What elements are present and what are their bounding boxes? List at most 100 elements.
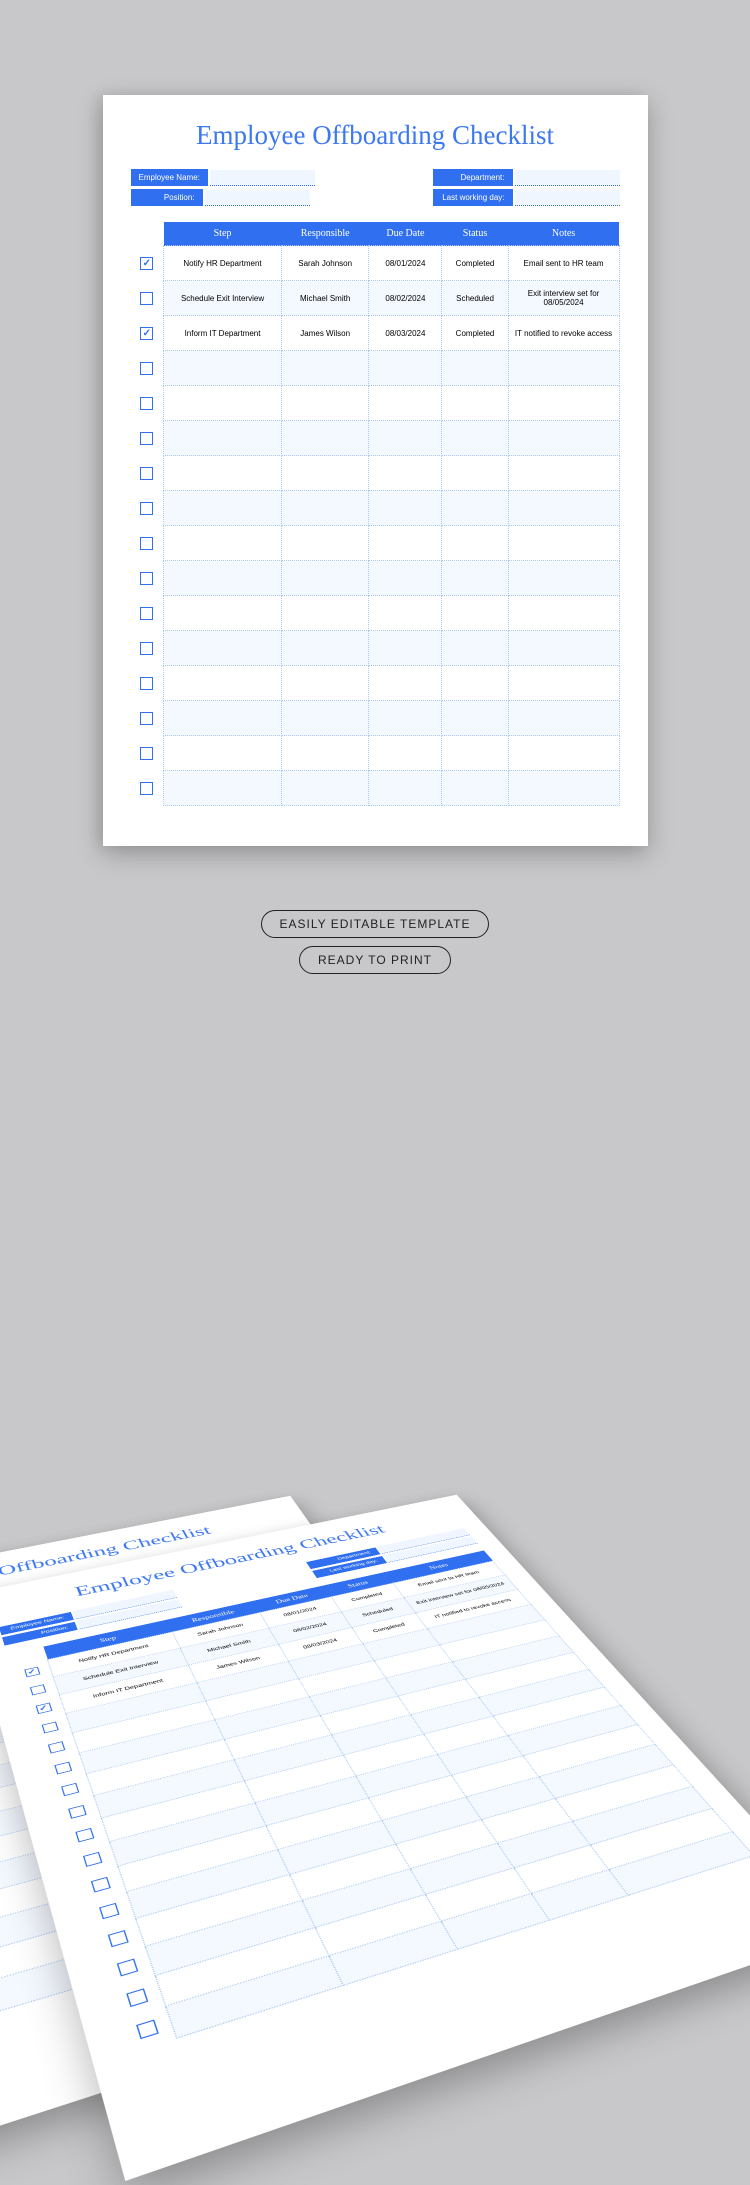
value-employee-name[interactable] <box>210 170 315 186</box>
cell-notes[interactable] <box>508 666 619 701</box>
checkbox-checked-icon[interactable] <box>140 257 153 270</box>
cell-step[interactable] <box>164 771 282 806</box>
cell-status[interactable] <box>442 421 508 456</box>
cell-step[interactable] <box>164 666 282 701</box>
checkbox-icon[interactable] <box>140 677 153 690</box>
cell-step[interactable]: Notify HR Department <box>164 246 282 281</box>
cell-due_date[interactable] <box>369 386 442 421</box>
checkbox-icon[interactable] <box>140 362 153 375</box>
cell-step[interactable] <box>164 491 282 526</box>
cell-status[interactable] <box>442 701 508 736</box>
checkbox-icon[interactable] <box>140 642 153 655</box>
cell-notes[interactable]: Exit interview set for 08/05/2024 <box>508 281 619 316</box>
cell-responsible[interactable] <box>282 491 369 526</box>
value-department[interactable] <box>515 170 620 186</box>
checkbox-icon[interactable] <box>140 572 153 585</box>
cell-step[interactable] <box>164 386 282 421</box>
cell-responsible[interactable] <box>282 526 369 561</box>
checkbox-icon[interactable] <box>140 467 153 480</box>
cell-due_date[interactable] <box>369 561 442 596</box>
cell-notes[interactable] <box>508 596 619 631</box>
checkbox-icon[interactable] <box>140 607 153 620</box>
cell-notes[interactable] <box>508 456 619 491</box>
cell-due_date[interactable] <box>369 351 442 386</box>
cell-notes[interactable] <box>508 631 619 666</box>
cell-step[interactable] <box>164 736 282 771</box>
cell-status[interactable] <box>442 386 508 421</box>
checkbox-icon[interactable] <box>140 397 153 410</box>
checkbox-icon[interactable] <box>140 747 153 760</box>
cell-due_date[interactable] <box>369 701 442 736</box>
cell-due_date[interactable]: 08/03/2024 <box>369 316 442 351</box>
cell-due_date[interactable]: 08/01/2024 <box>369 246 442 281</box>
checkbox-icon[interactable] <box>140 712 153 725</box>
cell-responsible[interactable] <box>282 421 369 456</box>
checkbox-icon[interactable] <box>140 502 153 515</box>
cell-notes[interactable] <box>508 526 619 561</box>
cell-responsible[interactable] <box>282 456 369 491</box>
checkbox-icon[interactable] <box>140 292 153 305</box>
cell-notes[interactable] <box>508 351 619 386</box>
cell-status[interactable]: Completed <box>442 316 508 351</box>
cell-step[interactable] <box>164 351 282 386</box>
cell-responsible[interactable] <box>282 736 369 771</box>
cell-responsible[interactable]: James Wilson <box>282 316 369 351</box>
cell-step[interactable] <box>164 596 282 631</box>
cell-due_date[interactable] <box>369 526 442 561</box>
cell-status[interactable] <box>442 771 508 806</box>
cell-due_date[interactable] <box>369 421 442 456</box>
cell-notes[interactable] <box>508 421 619 456</box>
cell-status[interactable] <box>442 631 508 666</box>
cell-status[interactable] <box>442 491 508 526</box>
cell-step[interactable] <box>164 631 282 666</box>
cell-responsible[interactable] <box>282 596 369 631</box>
cell-status[interactable] <box>442 351 508 386</box>
cell-responsible[interactable]: Michael Smith <box>282 281 369 316</box>
cell-step[interactable] <box>164 421 282 456</box>
cell-due_date[interactable] <box>369 736 442 771</box>
cell-step[interactable] <box>164 526 282 561</box>
cell-responsible[interactable] <box>282 631 369 666</box>
cell-step[interactable]: Inform IT Department <box>164 316 282 351</box>
cell-status[interactable]: Completed <box>442 246 508 281</box>
cell-step[interactable] <box>164 701 282 736</box>
cell-responsible[interactable] <box>282 386 369 421</box>
cell-step[interactable] <box>164 456 282 491</box>
cell-responsible[interactable] <box>282 701 369 736</box>
cell-due_date[interactable] <box>369 631 442 666</box>
cell-notes[interactable] <box>508 561 619 596</box>
checkbox-icon[interactable] <box>140 432 153 445</box>
cell-status[interactable] <box>442 736 508 771</box>
cell-responsible[interactable]: Sarah Johnson <box>282 246 369 281</box>
cell-status[interactable]: Scheduled <box>442 281 508 316</box>
value-last-working-day[interactable] <box>515 190 620 206</box>
cell-step[interactable] <box>164 561 282 596</box>
checkbox-icon[interactable] <box>140 782 153 795</box>
cell-notes[interactable] <box>508 736 619 771</box>
cell-notes[interactable] <box>508 771 619 806</box>
cell-due_date[interactable] <box>369 666 442 701</box>
checkbox-checked-icon[interactable] <box>140 327 153 340</box>
cell-status[interactable] <box>442 456 508 491</box>
cell-status[interactable] <box>442 561 508 596</box>
cell-responsible[interactable] <box>282 351 369 386</box>
cell-status[interactable] <box>442 526 508 561</box>
cell-responsible[interactable] <box>282 771 369 806</box>
cell-notes[interactable]: Email sent to HR team <box>508 246 619 281</box>
checkbox-icon[interactable] <box>140 537 153 550</box>
cell-notes[interactable] <box>508 386 619 421</box>
cell-notes[interactable] <box>508 701 619 736</box>
cell-responsible[interactable] <box>282 561 369 596</box>
value-position[interactable] <box>205 190 310 206</box>
cell-responsible[interactable] <box>282 666 369 701</box>
cell-step[interactable]: Schedule Exit Interview <box>164 281 282 316</box>
cell-due_date[interactable] <box>369 456 442 491</box>
cell-due_date[interactable]: 08/02/2024 <box>369 281 442 316</box>
cell-notes[interactable] <box>508 491 619 526</box>
cell-due_date[interactable] <box>369 491 442 526</box>
cell-notes[interactable]: IT notified to revoke access <box>508 316 619 351</box>
cell-due_date[interactable] <box>369 771 442 806</box>
cell-due_date[interactable] <box>369 596 442 631</box>
cell-status[interactable] <box>442 596 508 631</box>
cell-status[interactable] <box>442 666 508 701</box>
